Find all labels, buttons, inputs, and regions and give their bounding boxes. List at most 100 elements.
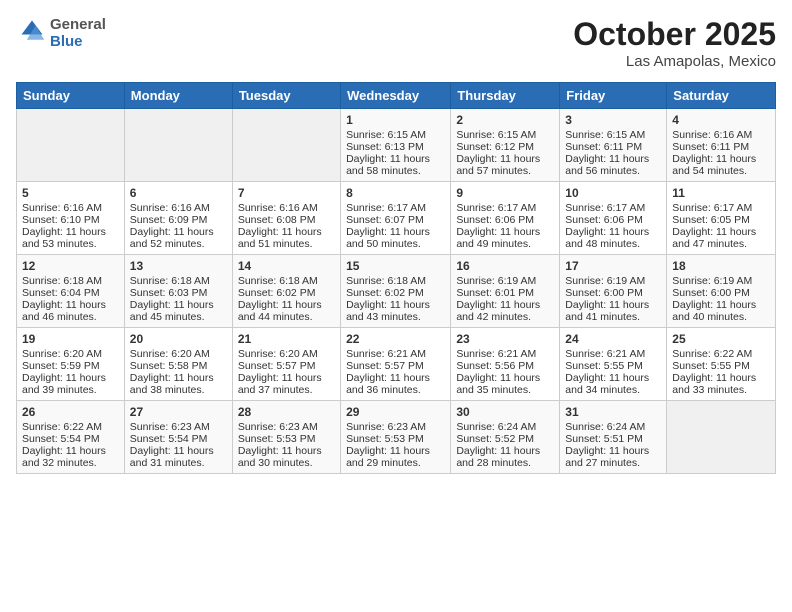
calendar-cell — [667, 401, 776, 474]
day-info-line: Sunset: 5:52 PM — [456, 433, 554, 445]
day-info-line: Daylight: 11 hours — [130, 299, 227, 311]
day-number: 7 — [238, 186, 335, 200]
day-info-line: and 43 minutes. — [346, 311, 445, 323]
calendar-header-row: SundayMondayTuesdayWednesdayThursdayFrid… — [17, 83, 776, 109]
day-info-line: Sunset: 6:01 PM — [456, 287, 554, 299]
day-info-line: Sunrise: 6:24 AM — [456, 421, 554, 433]
day-info-line: and 37 minutes. — [238, 384, 335, 396]
day-info-line: Daylight: 11 hours — [22, 372, 119, 384]
calendar-table: SundayMondayTuesdayWednesdayThursdayFrid… — [16, 82, 776, 474]
day-info-line: and 27 minutes. — [565, 457, 661, 469]
day-info-line: Sunset: 6:11 PM — [565, 141, 661, 153]
day-number: 11 — [672, 186, 770, 200]
day-info-line: and 50 minutes. — [346, 238, 445, 250]
calendar-cell: 10Sunrise: 6:17 AMSunset: 6:06 PMDayligh… — [560, 182, 667, 255]
day-info-line: Sunrise: 6:17 AM — [672, 202, 770, 214]
day-info-line: and 31 minutes. — [130, 457, 227, 469]
logo-general: General — [50, 16, 106, 33]
day-header-monday: Monday — [124, 83, 232, 109]
day-info-line: and 56 minutes. — [565, 165, 661, 177]
calendar-cell: 1Sunrise: 6:15 AMSunset: 6:13 PMDaylight… — [341, 109, 451, 182]
day-number: 21 — [238, 332, 335, 346]
day-number: 23 — [456, 332, 554, 346]
day-info-line: and 32 minutes. — [22, 457, 119, 469]
day-header-wednesday: Wednesday — [341, 83, 451, 109]
day-info-line: Sunset: 6:08 PM — [238, 214, 335, 226]
calendar-cell: 5Sunrise: 6:16 AMSunset: 6:10 PMDaylight… — [17, 182, 125, 255]
day-info-line: and 44 minutes. — [238, 311, 335, 323]
day-info-line: Sunrise: 6:15 AM — [456, 129, 554, 141]
day-info-line: Daylight: 11 hours — [346, 226, 445, 238]
day-info-line: Sunset: 5:57 PM — [346, 360, 445, 372]
day-number: 14 — [238, 259, 335, 273]
day-number: 29 — [346, 405, 445, 419]
day-info-line: Sunrise: 6:17 AM — [346, 202, 445, 214]
day-info-line: Sunrise: 6:15 AM — [565, 129, 661, 141]
day-info-line: Sunrise: 6:21 AM — [565, 348, 661, 360]
day-number: 6 — [130, 186, 227, 200]
day-info-line: Sunrise: 6:18 AM — [130, 275, 227, 287]
day-info-line: Sunrise: 6:19 AM — [456, 275, 554, 287]
day-number: 12 — [22, 259, 119, 273]
calendar-cell: 22Sunrise: 6:21 AMSunset: 5:57 PMDayligh… — [341, 328, 451, 401]
calendar-cell: 6Sunrise: 6:16 AMSunset: 6:09 PMDaylight… — [124, 182, 232, 255]
calendar-cell: 17Sunrise: 6:19 AMSunset: 6:00 PMDayligh… — [560, 255, 667, 328]
day-info-line: and 33 minutes. — [672, 384, 770, 396]
day-info-line: Sunset: 5:54 PM — [130, 433, 227, 445]
day-info-line: and 49 minutes. — [456, 238, 554, 250]
day-info-line: and 54 minutes. — [672, 165, 770, 177]
day-info-line: Daylight: 11 hours — [22, 445, 119, 457]
day-info-line: Sunset: 5:55 PM — [672, 360, 770, 372]
calendar-cell: 14Sunrise: 6:18 AMSunset: 6:02 PMDayligh… — [232, 255, 340, 328]
day-info-line: Daylight: 11 hours — [565, 226, 661, 238]
day-info-line: Sunset: 6:06 PM — [565, 214, 661, 226]
calendar-body: 1Sunrise: 6:15 AMSunset: 6:13 PMDaylight… — [17, 109, 776, 474]
day-info-line: Daylight: 11 hours — [456, 445, 554, 457]
day-info-line: Daylight: 11 hours — [130, 445, 227, 457]
location: Las Amapolas, Mexico — [573, 53, 776, 70]
day-info-line: Sunrise: 6:19 AM — [565, 275, 661, 287]
day-info-line: and 29 minutes. — [346, 457, 445, 469]
day-header-friday: Friday — [560, 83, 667, 109]
day-info-line: and 42 minutes. — [456, 311, 554, 323]
day-info-line: Daylight: 11 hours — [346, 445, 445, 457]
day-info-line: Sunrise: 6:19 AM — [672, 275, 770, 287]
day-info-line: Daylight: 11 hours — [565, 372, 661, 384]
calendar-cell — [17, 109, 125, 182]
calendar-cell: 26Sunrise: 6:22 AMSunset: 5:54 PMDayligh… — [17, 401, 125, 474]
day-info-line: Sunset: 5:57 PM — [238, 360, 335, 372]
day-info-line: and 52 minutes. — [130, 238, 227, 250]
day-number: 25 — [672, 332, 770, 346]
day-info-line: and 51 minutes. — [238, 238, 335, 250]
day-number: 22 — [346, 332, 445, 346]
day-info-line: Daylight: 11 hours — [672, 226, 770, 238]
day-info-line: Sunset: 6:11 PM — [672, 141, 770, 153]
day-info-line: Sunset: 6:02 PM — [346, 287, 445, 299]
day-number: 26 — [22, 405, 119, 419]
day-info-line: Sunset: 5:59 PM — [22, 360, 119, 372]
day-info-line: Daylight: 11 hours — [456, 226, 554, 238]
calendar-cell: 23Sunrise: 6:21 AMSunset: 5:56 PMDayligh… — [451, 328, 560, 401]
day-info-line: Daylight: 11 hours — [346, 299, 445, 311]
day-info-line: Sunrise: 6:23 AM — [238, 421, 335, 433]
calendar-cell: 3Sunrise: 6:15 AMSunset: 6:11 PMDaylight… — [560, 109, 667, 182]
day-info-line: and 58 minutes. — [346, 165, 445, 177]
day-info-line: and 48 minutes. — [565, 238, 661, 250]
day-info-line: Daylight: 11 hours — [456, 299, 554, 311]
day-info-line: Sunrise: 6:18 AM — [22, 275, 119, 287]
calendar-week-1: 1Sunrise: 6:15 AMSunset: 6:13 PMDaylight… — [17, 109, 776, 182]
logo: General Blue — [16, 16, 106, 50]
day-info-line: Sunrise: 6:18 AM — [346, 275, 445, 287]
day-number: 30 — [456, 405, 554, 419]
day-info-line: Daylight: 11 hours — [565, 153, 661, 165]
day-info-line: Sunset: 6:00 PM — [565, 287, 661, 299]
day-info-line: Daylight: 11 hours — [672, 299, 770, 311]
day-number: 18 — [672, 259, 770, 273]
day-info-line: Sunrise: 6:20 AM — [238, 348, 335, 360]
day-info-line: Daylight: 11 hours — [238, 226, 335, 238]
day-number: 10 — [565, 186, 661, 200]
calendar-cell: 11Sunrise: 6:17 AMSunset: 6:05 PMDayligh… — [667, 182, 776, 255]
day-info-line: Sunrise: 6:16 AM — [22, 202, 119, 214]
calendar-cell: 28Sunrise: 6:23 AMSunset: 5:53 PMDayligh… — [232, 401, 340, 474]
day-info-line: and 46 minutes. — [22, 311, 119, 323]
